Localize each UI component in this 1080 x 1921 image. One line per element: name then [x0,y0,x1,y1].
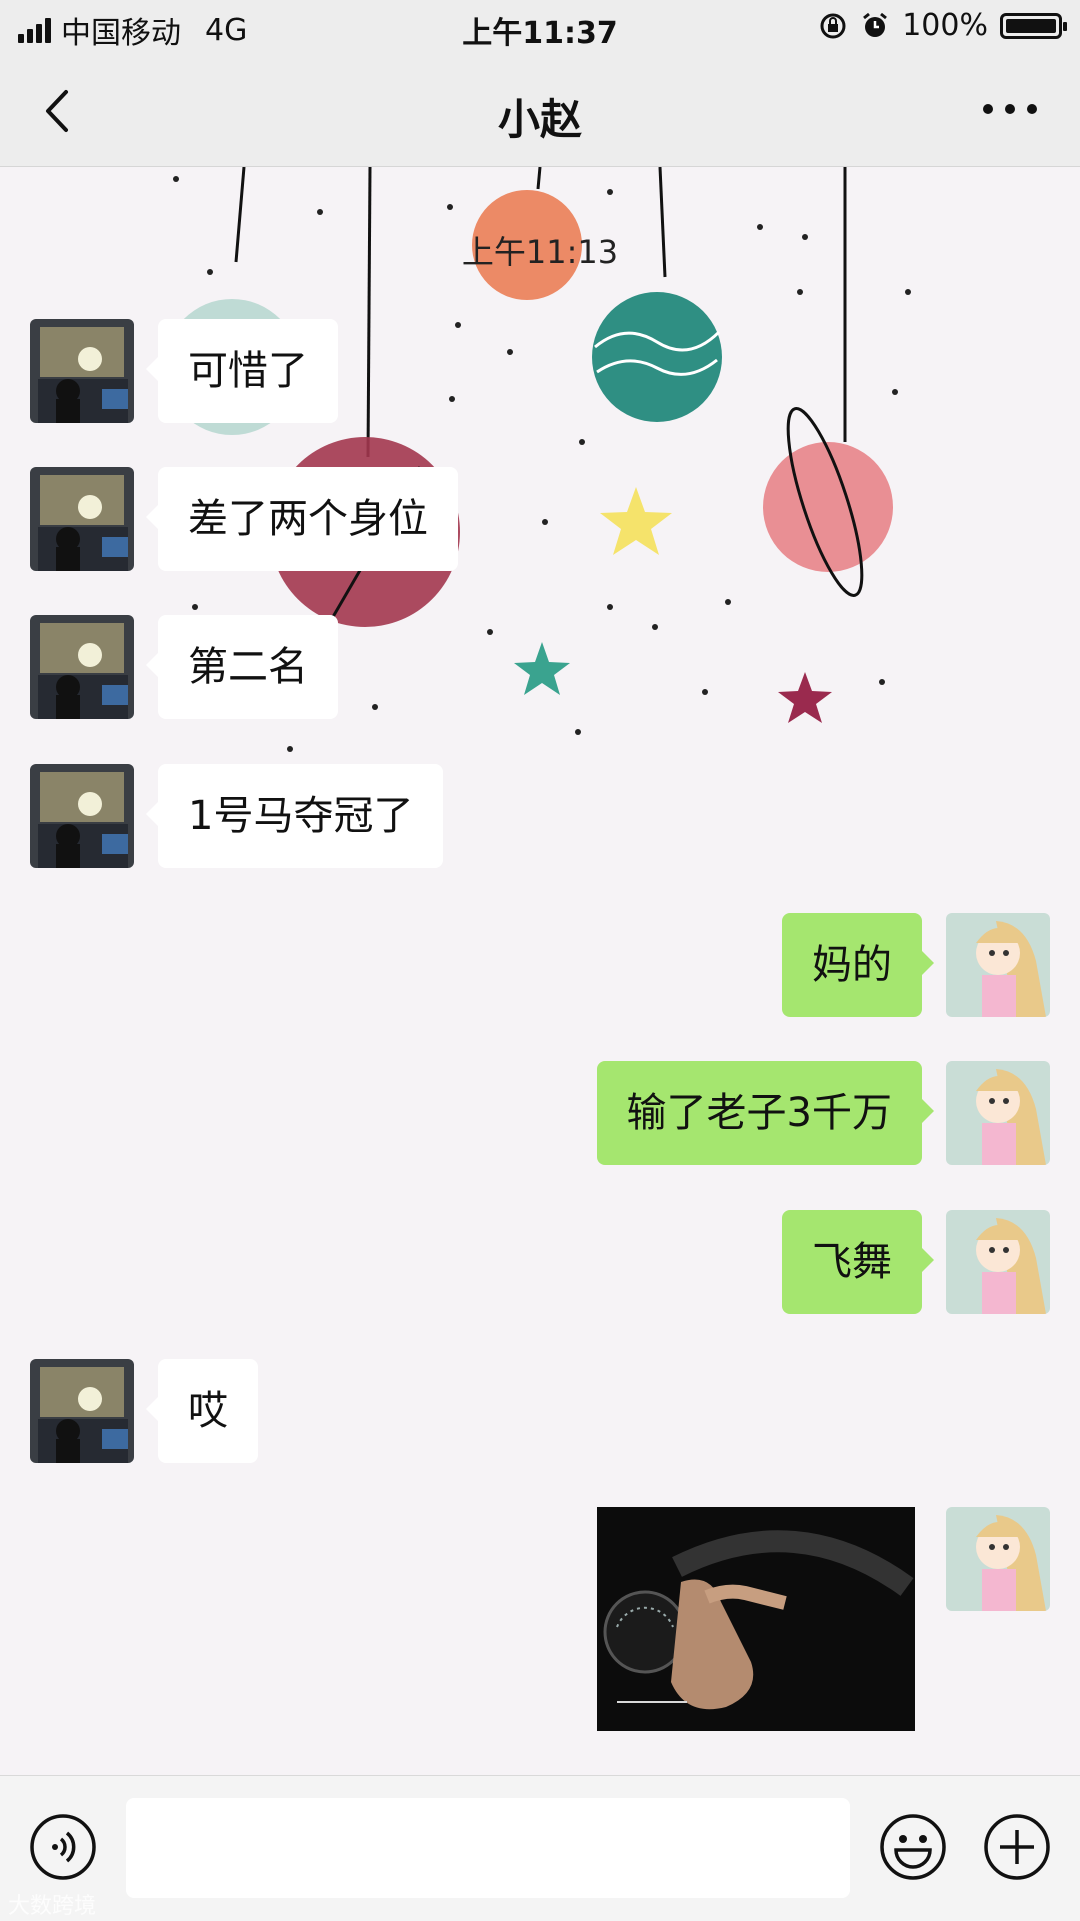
contact-avatar[interactable] [30,1359,134,1463]
ellipsis-icon[interactable] [980,94,1040,124]
emoji-icon[interactable] [878,1812,948,1882]
contact-avatar[interactable] [30,467,134,571]
chat-title: 小赵 [497,95,582,144]
status-bar: 中国移动 4G 上午11:37 100% [0,0,1080,56]
message-timestamp: 上午11:13 [461,233,619,271]
voice-icon[interactable] [28,1812,98,1882]
battery-percent: 100% [902,8,988,43]
chat-area[interactable]: 上午11:13 可惜了 差了两个身位 第二名 1号马夺冠了 妈的 输了老子3千万… [0,167,1080,1775]
contact-avatar[interactable] [30,615,134,719]
car-steering-wheel-image [597,1507,915,1731]
my-avatar[interactable] [946,1210,1050,1314]
message-bubble-incoming[interactable]: 差了两个身位 [146,467,458,571]
watermark: 大数跨境 [8,1894,97,1919]
orientation-lock-icon [820,13,846,38]
my-avatar[interactable] [946,1061,1050,1165]
message-bubble-outgoing[interactable]: 妈的 [782,913,934,1017]
message-bubble-incoming[interactable]: 哎 [146,1359,258,1463]
nav-bar: 小赵 [0,56,1080,167]
my-avatar[interactable] [946,913,1050,1017]
contact-avatar[interactable] [30,764,134,868]
message-bubble-incoming[interactable]: 第二名 [146,615,338,719]
plus-icon[interactable] [982,1812,1052,1882]
alarm-icon [863,12,888,37]
message-bubble-incoming[interactable]: 可惜了 [146,319,338,423]
image-message[interactable] [597,1507,915,1731]
message-input[interactable] [126,1798,850,1898]
my-avatar[interactable] [946,1507,1050,1611]
input-bar [0,1775,1080,1921]
message-bubble-incoming[interactable]: 1号马夺冠了 [145,764,444,868]
contact-avatar[interactable] [30,319,134,423]
message-bubble-outgoing[interactable]: 输了老子3千万 [596,1061,935,1165]
battery-icon [1000,12,1067,39]
status-right: 100% [818,8,1067,43]
message-bubble-outgoing[interactable]: 飞舞 [782,1210,934,1314]
